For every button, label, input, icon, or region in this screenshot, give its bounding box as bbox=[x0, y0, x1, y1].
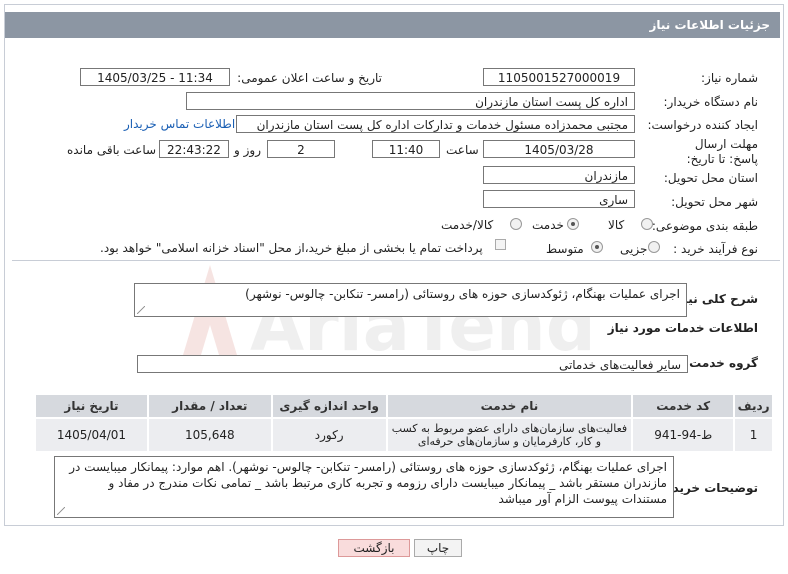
section-divider bbox=[12, 260, 780, 261]
category-option-service: خدمت bbox=[532, 218, 564, 232]
services-table: ردیف کد خدمت نام خدمت واحد اندازه گیری ت… bbox=[34, 393, 774, 453]
table-header-row: ردیف کد خدمت نام خدمت واحد اندازه گیری ت… bbox=[36, 395, 772, 417]
service-group-label: گروه خدمت: bbox=[684, 356, 758, 370]
process-radio-minor[interactable] bbox=[648, 241, 660, 253]
announce-datetime-field: 1405/03/25 - 11:34 bbox=[80, 68, 230, 86]
col-header-unit: واحد اندازه گیری bbox=[272, 395, 386, 417]
category-label: طبقه بندی موضوعی: bbox=[651, 219, 758, 233]
category-option-goods-service: کالا/خدمت bbox=[441, 218, 494, 232]
days-field: 2 bbox=[267, 140, 335, 158]
service-group-field: سایر فعالیت‌های خدماتی bbox=[137, 355, 688, 373]
payment-note: پرداخت تمام یا بخشی از مبلغ خرید،از محل … bbox=[100, 241, 483, 255]
creator-field: مجتبی محمدزاده مسئول خدمات و تدارکات ادا… bbox=[236, 115, 635, 133]
treasury-checkbox[interactable] bbox=[495, 239, 506, 250]
category-radio-goods[interactable] bbox=[641, 218, 653, 230]
resize-handle-icon[interactable] bbox=[137, 306, 145, 314]
buyer-org-label: نام دستگاه خریدار: bbox=[663, 95, 759, 109]
resize-handle-icon[interactable] bbox=[57, 507, 65, 515]
category-radio-goods-service[interactable] bbox=[510, 218, 522, 230]
general-desc-textarea[interactable]: اجرای عملیات بهنگام، ژئوکدسازی حوزه های … bbox=[134, 283, 687, 317]
buyer-notes-textarea[interactable]: اجرای عملیات بهنگام، ژئوکدسازی حوزه های … bbox=[54, 456, 674, 518]
cell-unit: رکورد bbox=[272, 419, 386, 451]
page-title: جزئیات اطلاعات نیاز bbox=[649, 18, 770, 32]
col-header-quantity: تعداد / مقدار bbox=[148, 395, 271, 417]
province-field: مازندران bbox=[483, 166, 635, 184]
process-option-medium: متوسط bbox=[546, 242, 584, 256]
buyer-notes-text: اجرای عملیات بهنگام، ژئوکدسازی حوزه های … bbox=[69, 460, 667, 506]
general-desc-text: اجرای عملیات بهنگام، ژئوکدسازی حوزه های … bbox=[245, 287, 680, 301]
back-button[interactable]: بازگشت bbox=[338, 539, 410, 557]
remaining-time-field: 22:43:22 bbox=[159, 140, 229, 158]
services-info-heading: اطلاعات خدمات مورد نیاز bbox=[607, 321, 758, 335]
cell-need-date: 1405/04/01 bbox=[36, 419, 147, 451]
city-label: شهر محل تحویل: bbox=[671, 195, 758, 209]
process-option-minor: جزیی bbox=[620, 242, 648, 256]
deadline-time-field: 11:40 bbox=[372, 140, 440, 158]
need-number-field: 1105001527000019 bbox=[483, 68, 635, 86]
creator-label: ایجاد کننده درخواست: bbox=[647, 118, 758, 132]
buyer-contact-link[interactable]: اطلاعات تماس خریدار bbox=[124, 117, 235, 131]
col-header-service-code: کد خدمت bbox=[633, 395, 734, 417]
city-field: ساری bbox=[483, 190, 635, 208]
table-row: 1 ط-94-941 فعالیت‌های سازمان‌های دارای ع… bbox=[36, 419, 772, 451]
process-type-label: نوع فرآیند خرید : bbox=[673, 242, 758, 256]
buyer-org-field: اداره کل پست استان مازندران bbox=[186, 92, 635, 110]
cell-service-code: ط-94-941 bbox=[633, 419, 734, 451]
remaining-label: ساعت باقی مانده bbox=[67, 143, 157, 157]
process-radio-medium[interactable] bbox=[591, 241, 603, 253]
deadline-time-label: ساعت bbox=[446, 143, 479, 157]
deadline-label: مهلت ارسال پاسخ: تا تاریخ: bbox=[686, 137, 758, 166]
deadline-date-field: 1405/03/28 bbox=[483, 140, 635, 158]
announce-datetime-label: تاریخ و ساعت اعلان عمومی: bbox=[237, 71, 382, 85]
need-number-label: شماره نیاز: bbox=[701, 71, 758, 85]
cell-quantity: 105,648 bbox=[148, 419, 271, 451]
panel-header: جزئیات اطلاعات نیاز bbox=[5, 12, 780, 38]
days-label: روز و bbox=[234, 143, 261, 157]
province-label: استان محل تحویل: bbox=[663, 171, 758, 185]
col-header-row-number: ردیف bbox=[735, 395, 772, 417]
category-option-goods: کالا bbox=[608, 218, 625, 232]
print-button[interactable]: چاپ bbox=[414, 539, 462, 557]
category-radio-service[interactable] bbox=[567, 218, 579, 230]
col-header-need-date: تاریخ نیاز bbox=[36, 395, 147, 417]
cell-row-number: 1 bbox=[735, 419, 772, 451]
cell-service-name: فعالیت‌های سازمان‌های دارای عضو مربوط به… bbox=[387, 419, 632, 451]
col-header-service-name: نام خدمت bbox=[387, 395, 632, 417]
